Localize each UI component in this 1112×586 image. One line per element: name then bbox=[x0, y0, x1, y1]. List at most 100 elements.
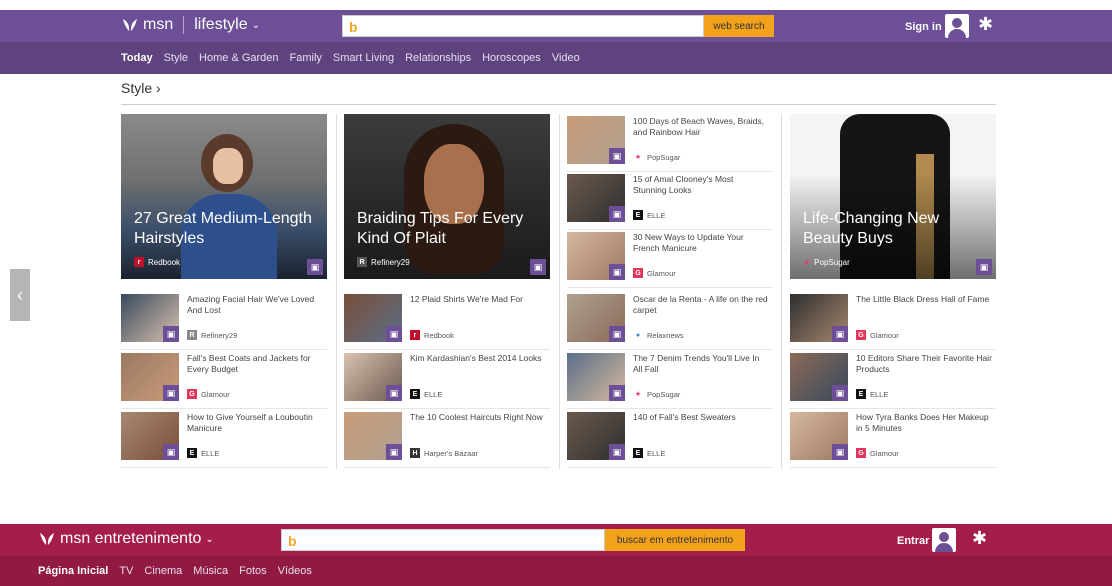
nav-link[interactable]: Página Inicial bbox=[38, 565, 108, 577]
hero-title[interactable]: Braiding Tips For Every Kind Of Plait bbox=[357, 209, 537, 249]
nav-link[interactable]: Today bbox=[121, 52, 153, 64]
thumbnail-image[interactable]: ▣ bbox=[567, 232, 625, 280]
thumbnail-image[interactable]: ▣ bbox=[567, 116, 625, 164]
item-title[interactable]: How to Give Yourself a Louboutin Manicur… bbox=[187, 412, 323, 434]
item-title[interactable]: The 10 Coolest Haircuts Right Now bbox=[410, 412, 546, 423]
list-item[interactable]: ▣ 30 New Ways to Update Your French Manic… bbox=[567, 230, 773, 288]
list-item[interactable]: ▣ 100 Days of Beach Waves, Braids, and Ra… bbox=[567, 114, 773, 172]
list-item[interactable]: ▣ The 10 Coolest Haircuts Right Now H Harpe… bbox=[344, 410, 550, 468]
chevron-down-icon[interactable]: ⌄ bbox=[252, 20, 260, 31]
item-title[interactable]: 140 of Fall's Best Sweaters bbox=[633, 412, 769, 423]
avatar-icon[interactable] bbox=[932, 528, 956, 552]
hero-card[interactable]: Life-Changing New Beauty Buys ★ PopSugar … bbox=[790, 114, 996, 279]
thumbnail-image[interactable]: ▣ bbox=[344, 294, 402, 342]
item-title[interactable]: 12 Plaid Shirts We're Mad For bbox=[410, 294, 546, 305]
item-title[interactable]: The 7 Denim Trends You'll Live In All Fa… bbox=[633, 353, 769, 375]
list-item[interactable]: ▣ Fall's Best Coats and Jackets for Every… bbox=[121, 351, 327, 409]
thumbnail-image[interactable]: ▣ bbox=[790, 412, 848, 460]
list-item[interactable]: ▣ Kim Kardashian's Best 2014 Looks E ELLE bbox=[344, 351, 550, 409]
item-title[interactable]: 100 Days of Beach Waves, Braids, and Rai… bbox=[633, 116, 769, 138]
lifestyle-header: msn lifestyle ⌄ b web search Sign in ✱ bbox=[0, 10, 1112, 42]
list-item[interactable]: ▣ How to Give Yourself a Louboutin Manicu… bbox=[121, 410, 327, 468]
msn-logo[interactable]: msn entretenimento ⌄ bbox=[38, 530, 214, 548]
section-name[interactable]: lifestyle bbox=[194, 16, 247, 34]
nav-link[interactable]: Vídeos bbox=[278, 565, 312, 577]
thumbnail-image[interactable]: ▣ bbox=[344, 412, 402, 460]
sign-in-link[interactable]: Entrar bbox=[897, 535, 929, 547]
hero-card[interactable]: 27 Great Medium-Length Hairstyles r Redbo… bbox=[121, 114, 327, 279]
item-title[interactable]: The Little Black Dress Hall of Fame bbox=[856, 294, 992, 305]
item-title[interactable]: 15 of Amal Clooney's Most Stunning Looks bbox=[633, 174, 769, 196]
chevron-down-icon[interactable]: ⌄ bbox=[205, 534, 213, 545]
thumbnail-image[interactable]: ▣ bbox=[121, 294, 179, 342]
web-search-button[interactable]: web search bbox=[704, 15, 774, 37]
source-label: PopSugar bbox=[647, 152, 681, 162]
nav-link[interactable]: Style bbox=[164, 52, 188, 64]
nav-link[interactable]: Family bbox=[290, 52, 322, 64]
item-source: E ELLE bbox=[187, 448, 219, 458]
item-title[interactable]: How Tyra Banks Does Her Makeup in 5 Minu… bbox=[856, 412, 992, 434]
thumbnail-image[interactable]: ▣ bbox=[790, 294, 848, 342]
thumbnail-image[interactable]: ▣ bbox=[567, 174, 625, 222]
source-label: ELLE bbox=[647, 210, 666, 220]
item-title[interactable]: Kim Kardashian's Best 2014 Looks bbox=[410, 353, 546, 364]
nav-link[interactable]: Horoscopes bbox=[482, 52, 541, 64]
avatar-icon[interactable] bbox=[945, 14, 969, 38]
list-item[interactable]: ▣ Oscar de la Renta - A life on the red c… bbox=[567, 292, 773, 350]
msn-logo[interactable]: msn lifestyle ⌄ bbox=[121, 16, 260, 34]
thumbnail-image[interactable]: ▣ bbox=[344, 353, 402, 401]
elle-icon: E bbox=[410, 389, 420, 399]
list-item[interactable]: ▣ 15 of Amal Clooney's Most Stunning Look… bbox=[567, 172, 773, 230]
source-label: PopSugar bbox=[814, 258, 850, 267]
nav-link[interactable]: Video bbox=[552, 52, 580, 64]
item-title[interactable]: 30 New Ways to Update Your French Manicu… bbox=[633, 232, 769, 254]
list-item[interactable]: ▣ The 7 Denim Trends You'll Live In All F… bbox=[567, 351, 773, 409]
nav-link[interactable]: TV bbox=[119, 565, 133, 577]
hero-title[interactable]: 27 Great Medium-Length Hairstyles bbox=[134, 209, 314, 249]
popsugar-icon: ★ bbox=[634, 391, 642, 398]
hero-title[interactable]: Life-Changing New Beauty Buys bbox=[803, 209, 983, 249]
source-label: ELLE bbox=[201, 448, 220, 458]
nav-link[interactable]: Fotos bbox=[239, 565, 267, 577]
list-item[interactable]: ▣ 10 Editors Share Their Favorite Hair Pr… bbox=[790, 351, 996, 409]
item-source: r Redbook bbox=[410, 330, 454, 340]
search-input[interactable]: b bbox=[342, 15, 704, 37]
item-title[interactable]: 10 Editors Share Their Favorite Hair Pro… bbox=[856, 353, 992, 375]
hero-card[interactable]: Braiding Tips For Every Kind Of Plait RR… bbox=[344, 114, 550, 279]
item-title[interactable]: Amazing Facial Hair We've Loved And Lost bbox=[187, 294, 323, 316]
popsugar-icon: ★ bbox=[634, 154, 642, 161]
nav-link[interactable]: Relationships bbox=[405, 52, 471, 64]
list-item[interactable]: ▣ The Little Black Dress Hall of Fame G Gla… bbox=[790, 292, 996, 350]
list-item[interactable]: ▣ How Tyra Banks Does Her Makeup in 5 Min… bbox=[790, 410, 996, 468]
nav-link[interactable]: Smart Living bbox=[333, 52, 394, 64]
refinery29-icon: R bbox=[187, 330, 197, 340]
thumbnail-image[interactable]: ▣ bbox=[567, 294, 625, 342]
search-button[interactable]: buscar em entretenimento bbox=[605, 529, 745, 551]
camera-icon: ▣ bbox=[609, 385, 625, 401]
gear-icon[interactable]: ✱ bbox=[978, 14, 993, 35]
section-title[interactable]: Style › bbox=[121, 80, 161, 96]
thumbnail-image[interactable]: ▣ bbox=[790, 353, 848, 401]
thumbnail-image[interactable]: ▣ bbox=[567, 353, 625, 401]
camera-icon: ▣ bbox=[609, 326, 625, 342]
nav-link[interactable]: Home & Garden bbox=[199, 52, 278, 64]
list-item[interactable]: ▣ 12 Plaid Shirts We're Mad For r Redbook bbox=[344, 292, 550, 350]
item-source: G Glamour bbox=[633, 268, 676, 278]
thumbnail-image[interactable]: ▣ bbox=[567, 412, 625, 460]
sign-in-link[interactable]: Sign in bbox=[905, 21, 942, 33]
elle-icon: E bbox=[856, 389, 866, 399]
carousel-prev-button[interactable]: ‹ bbox=[10, 269, 30, 321]
nav-link[interactable]: Música bbox=[193, 565, 228, 577]
item-title[interactable]: Fall's Best Coats and Jackets for Every … bbox=[187, 353, 323, 375]
thumbnail-image[interactable]: ▣ bbox=[121, 353, 179, 401]
list-item[interactable]: ▣ Amazing Facial Hair We've Loved And Los… bbox=[121, 292, 327, 350]
lifestyle-nav: Today Style Home & Garden Family Smart Livin… bbox=[0, 42, 1112, 74]
search-input[interactable]: b bbox=[281, 529, 605, 551]
thumbnail-image[interactable]: ▣ bbox=[121, 412, 179, 460]
hero-source: ★ PopSugar bbox=[803, 258, 850, 267]
nav-link[interactable]: Cinema bbox=[144, 565, 182, 577]
item-source: E ELLE bbox=[633, 210, 665, 220]
list-item[interactable]: ▣ 140 of Fall's Best Sweaters E ELLE bbox=[567, 410, 773, 468]
item-title[interactable]: Oscar de la Renta - A life on the red ca… bbox=[633, 294, 769, 316]
gear-icon[interactable]: ✱ bbox=[972, 528, 987, 549]
